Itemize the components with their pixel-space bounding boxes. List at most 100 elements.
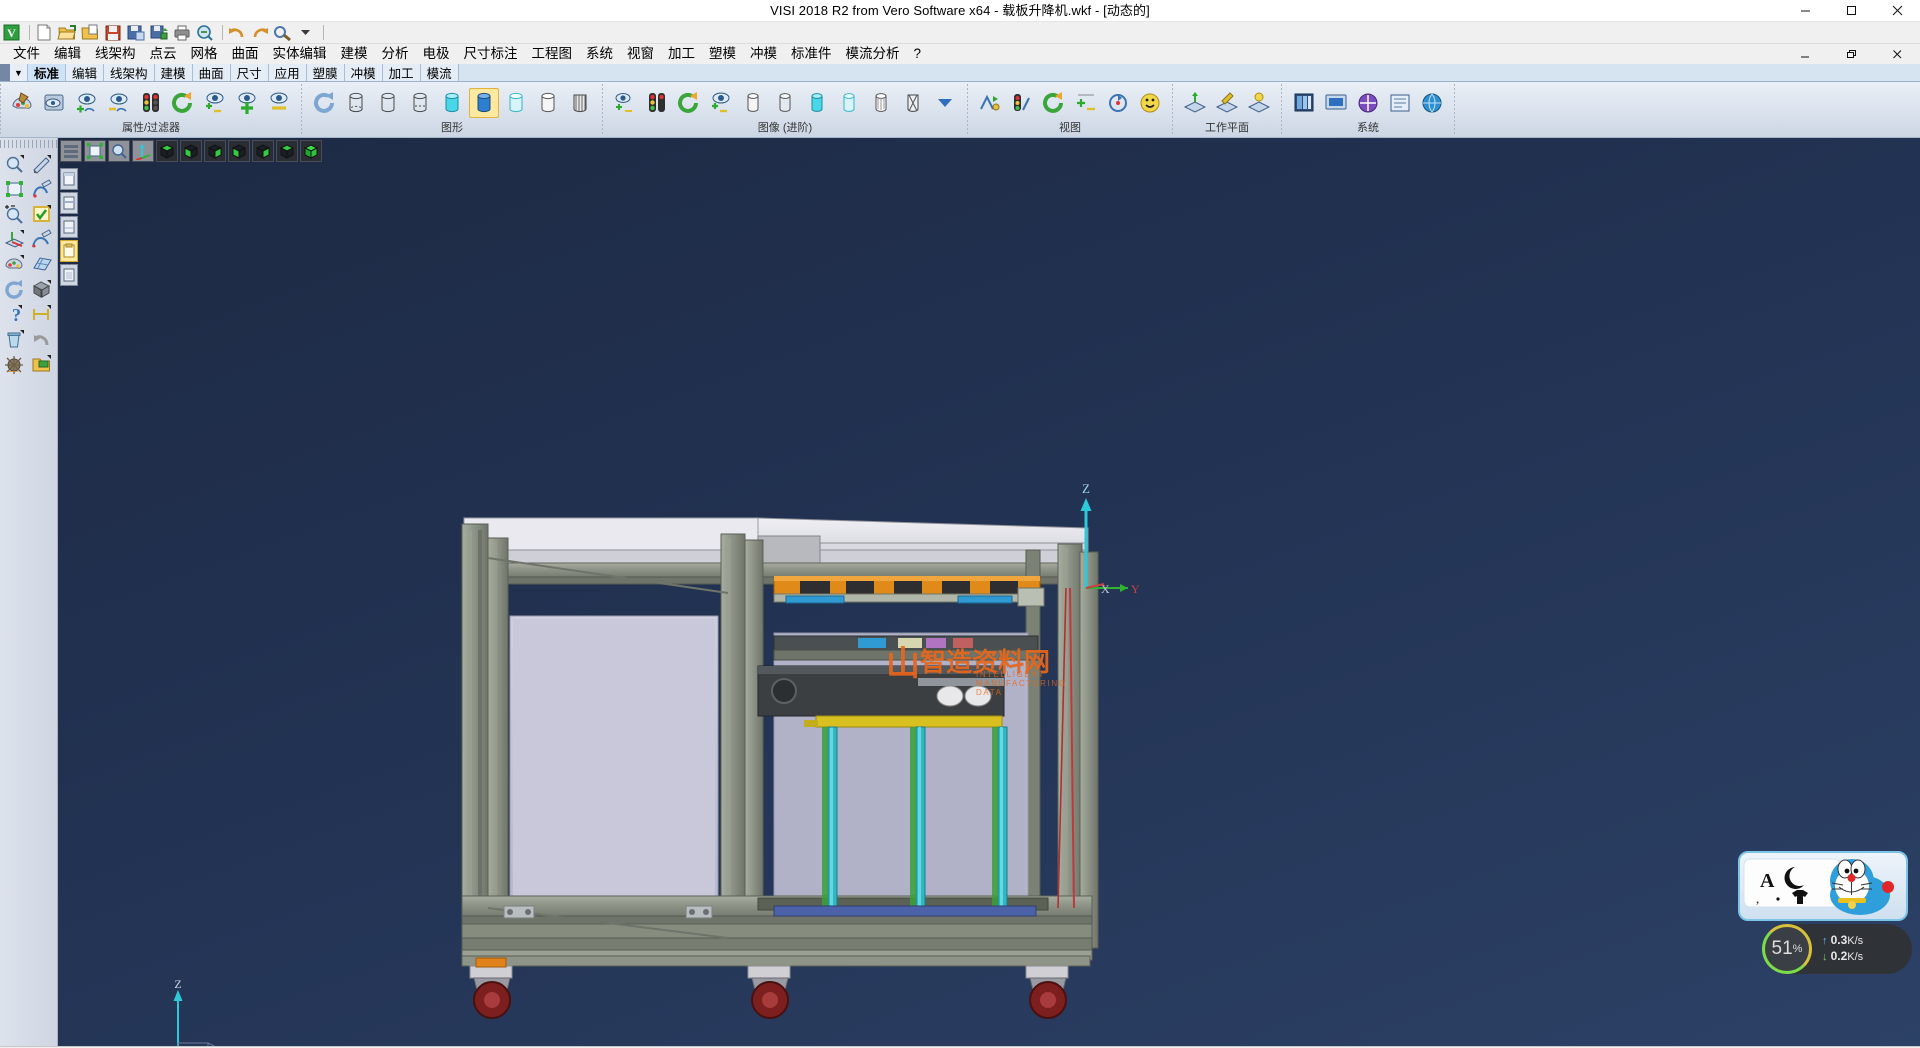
view-iso3-icon[interactable]	[276, 140, 298, 162]
zoom-window-icon[interactable]	[975, 88, 1005, 118]
window-maximize-button[interactable]	[1828, 0, 1874, 22]
menu-item-12[interactable]: 系统	[579, 44, 620, 64]
undo-arrow-icon[interactable]	[29, 327, 55, 351]
traffic-render-icon[interactable]	[642, 88, 672, 118]
menu-item-0[interactable]: 文件	[6, 44, 47, 64]
ribbon-dropdown-button[interactable]: ▼	[10, 64, 28, 81]
tab-wireframe[interactable]: 线架构	[104, 64, 155, 81]
menu-item-14[interactable]: 加工	[661, 44, 702, 64]
system-config-icon[interactable]	[1289, 88, 1319, 118]
cylinder-e-icon[interactable]	[866, 88, 896, 118]
tab-standard[interactable]: 标准	[28, 64, 66, 81]
cylinder-c-icon[interactable]	[802, 88, 832, 118]
refresh-green-icon[interactable]	[168, 88, 198, 118]
save-icon[interactable]	[103, 23, 125, 43]
zoom-fit-icon[interactable]	[1039, 88, 1069, 118]
traffic-light-filter-icon[interactable]	[136, 88, 166, 118]
open-folder-icon[interactable]	[57, 23, 79, 43]
solid-cube-icon[interactable]	[29, 277, 55, 301]
draw-pencil-icon[interactable]	[29, 152, 55, 176]
settings-icon[interactable]	[273, 23, 295, 43]
dropdown-blue-icon[interactable]	[930, 88, 960, 118]
menu-item-17[interactable]: 标准件	[784, 44, 839, 64]
menu-item-19[interactable]: ?	[907, 44, 929, 64]
network-monitor-widget[interactable]: 51% ↑ 0.3K/s ↓ 0.2K/s	[1762, 924, 1912, 974]
note-widget[interactable]: A ,	[1738, 851, 1908, 921]
cylinder-a-icon[interactable]	[738, 88, 768, 118]
left-toolbar-grip[interactable]	[0, 140, 57, 148]
helm-settings-icon[interactable]	[2, 352, 28, 376]
system-display-icon[interactable]	[1321, 88, 1351, 118]
render-quality-icon[interactable]	[610, 88, 640, 118]
overflow-chevron-icon[interactable]	[296, 23, 318, 43]
clipboard-mode-icon[interactable]	[60, 240, 78, 262]
layers-list-icon[interactable]	[60, 140, 82, 162]
menu-item-9[interactable]: 电极	[416, 44, 457, 64]
fit-view-icon[interactable]	[84, 140, 106, 162]
mdi-restore-button[interactable]	[1828, 43, 1874, 65]
menu-item-10[interactable]: 尺寸标注	[457, 44, 525, 64]
tab-machining[interactable]: 加工	[383, 64, 421, 81]
shade-section-icon[interactable]	[565, 88, 595, 118]
spline-pencil-icon[interactable]	[29, 227, 55, 251]
view-iso2-icon[interactable]	[252, 140, 274, 162]
paste-mode-icon[interactable]	[60, 264, 78, 286]
system-world-icon[interactable]	[1417, 88, 1447, 118]
window-close-button[interactable]	[1874, 0, 1920, 22]
menu-item-3[interactable]: 点云	[143, 44, 184, 64]
view-top-icon[interactable]	[156, 140, 178, 162]
dimension-icon[interactable]	[29, 302, 55, 326]
redraw-icon[interactable]	[309, 88, 339, 118]
open-copy-icon[interactable]	[80, 23, 102, 43]
tab-application[interactable]: 应用	[269, 64, 307, 81]
plusminus-render-icon[interactable]	[706, 88, 736, 118]
zoom-dynamic-icon[interactable]	[1007, 88, 1037, 118]
show-add-icon[interactable]	[72, 88, 102, 118]
undo-icon[interactable]	[227, 23, 249, 43]
curve-pencil-icon[interactable]	[29, 177, 55, 201]
tab-dimension[interactable]: 尺寸	[231, 64, 269, 81]
shade-solid-icon[interactable]	[469, 88, 499, 118]
view-right-icon[interactable]	[204, 140, 226, 162]
tab-press[interactable]: 冲模	[345, 64, 383, 81]
menu-item-8[interactable]: 分析	[375, 44, 416, 64]
wire-mode-icon[interactable]	[60, 216, 78, 238]
shade-wire-icon[interactable]	[341, 88, 371, 118]
print-icon[interactable]	[172, 23, 194, 43]
menu-item-6[interactable]: 实体编辑	[266, 44, 334, 64]
view-smiley-icon[interactable]	[1135, 88, 1165, 118]
wp-list-icon[interactable]	[1244, 88, 1274, 118]
print-preview-icon[interactable]	[195, 23, 217, 43]
cylinder-b-icon[interactable]	[770, 88, 800, 118]
cylinder-f-icon[interactable]	[898, 88, 928, 118]
tab-mold[interactable]: 塑膜	[307, 64, 345, 81]
shade-transparent-icon[interactable]	[501, 88, 531, 118]
view-shaded-icon[interactable]	[300, 140, 322, 162]
window-minimize-button[interactable]	[1782, 0, 1828, 22]
menu-item-7[interactable]: 建模	[334, 44, 375, 64]
shade-hidden-icon[interactable]	[373, 88, 403, 118]
select-magnifier-icon[interactable]	[2, 152, 28, 176]
refresh-render-icon[interactable]	[674, 88, 704, 118]
workplane-axis-icon[interactable]	[2, 227, 28, 251]
menu-item-2[interactable]: 线架构	[88, 44, 143, 64]
cylinder-d-icon[interactable]	[834, 88, 864, 118]
visibility-plusminus-icon[interactable]	[200, 88, 230, 118]
zoom-plusminus-icon[interactable]	[2, 202, 28, 226]
view-front-icon[interactable]	[180, 140, 202, 162]
tab-edit[interactable]: 编辑	[66, 64, 104, 81]
save-all-icon[interactable]	[149, 23, 171, 43]
menu-item-11[interactable]: 工程图	[525, 44, 580, 64]
mdi-close-button[interactable]	[1874, 43, 1920, 65]
wp-create-icon[interactable]	[1180, 88, 1210, 118]
open-folder-green-icon[interactable]	[29, 352, 55, 376]
surface-tile-icon[interactable]	[29, 252, 55, 276]
tab-modeling[interactable]: 建模	[155, 64, 193, 81]
zoom-previous-icon[interactable]	[1071, 88, 1101, 118]
boundary-box-icon[interactable]	[2, 177, 28, 201]
mdi-minimize-button[interactable]	[1782, 43, 1828, 65]
visibility-plus-icon[interactable]	[232, 88, 262, 118]
zoom-window-icon[interactable]	[108, 140, 130, 162]
panel-toggle-icon[interactable]	[60, 168, 78, 190]
attributes-palette-icon[interactable]	[2, 252, 28, 276]
